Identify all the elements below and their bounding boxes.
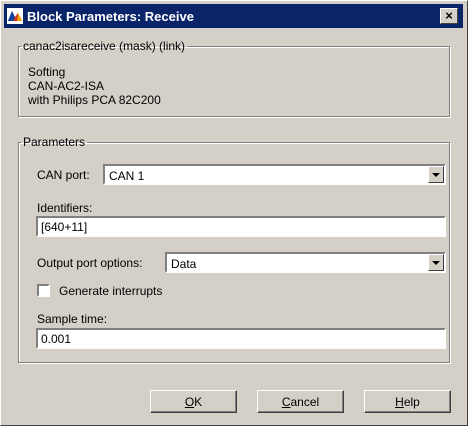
- cancel-mnemonic: C: [281, 394, 291, 409]
- cancel-label-rest: ancel: [290, 394, 320, 409]
- close-button[interactable]: ×: [440, 8, 458, 24]
- output-port-options-label: Output port options:: [37, 256, 143, 270]
- sample-time-input[interactable]: 0.001: [36, 328, 446, 349]
- window-title: Block Parameters: Receive: [27, 8, 194, 24]
- ok-label-rest: K: [194, 394, 203, 409]
- ok-button[interactable]: OK: [150, 390, 237, 413]
- chevron-down-icon[interactable]: [428, 254, 444, 271]
- generate-interrupts-label[interactable]: Generate interrupts: [59, 284, 162, 298]
- sample-time-label: Sample time:: [37, 312, 108, 326]
- title-bar[interactable]: Block Parameters: Receive ×: [4, 4, 463, 28]
- identifiers-input[interactable]: [640+11]: [36, 216, 446, 237]
- can-port-label: CAN port:: [37, 168, 90, 182]
- help-mnemonic: H: [395, 394, 404, 409]
- description-line-2: CAN-AC2-ISA: [28, 79, 105, 93]
- output-port-options-select[interactable]: Data: [165, 252, 446, 273]
- close-icon: ×: [445, 8, 453, 23]
- chevron-down-icon[interactable]: [428, 166, 444, 183]
- can-port-select[interactable]: CAN 1: [103, 164, 446, 185]
- ok-mnemonic: O: [184, 394, 195, 409]
- description-line-3: with Philips PCA 82C200: [28, 93, 161, 107]
- cancel-button[interactable]: Cancel: [257, 390, 344, 413]
- mask-group-legend: canac2isareceive (mask) (link): [23, 39, 186, 53]
- help-label-rest: elp: [403, 394, 420, 409]
- can-port-value: CAN 1: [109, 169, 145, 183]
- generate-interrupts-checkbox[interactable]: [37, 284, 50, 297]
- block-parameters-dialog: Block Parameters: Receive × canac2isarec…: [0, 0, 468, 426]
- description-line-1: Softing: [28, 65, 66, 79]
- parameters-group-legend: Parameters: [23, 135, 86, 149]
- help-button[interactable]: Help: [364, 390, 451, 413]
- simulink-app-icon: [7, 8, 23, 24]
- output-port-options-value: Data: [171, 257, 197, 271]
- identifiers-label: Identifiers:: [37, 201, 93, 215]
